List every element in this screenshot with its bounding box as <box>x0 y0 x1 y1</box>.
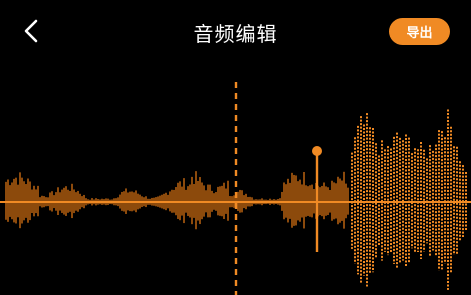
back-button[interactable] <box>14 14 48 48</box>
waveform-trimmed-region <box>5 171 349 230</box>
waveform-editor[interactable] <box>0 62 471 295</box>
chevron-left-icon <box>24 19 38 43</box>
waveform-canvas[interactable] <box>0 62 471 295</box>
top-bar: 音频编辑 导出 <box>0 0 471 62</box>
trim-handle-knob[interactable] <box>312 146 322 156</box>
export-button[interactable]: 导出 <box>389 18 450 45</box>
waveform-dotted-region <box>351 109 467 290</box>
